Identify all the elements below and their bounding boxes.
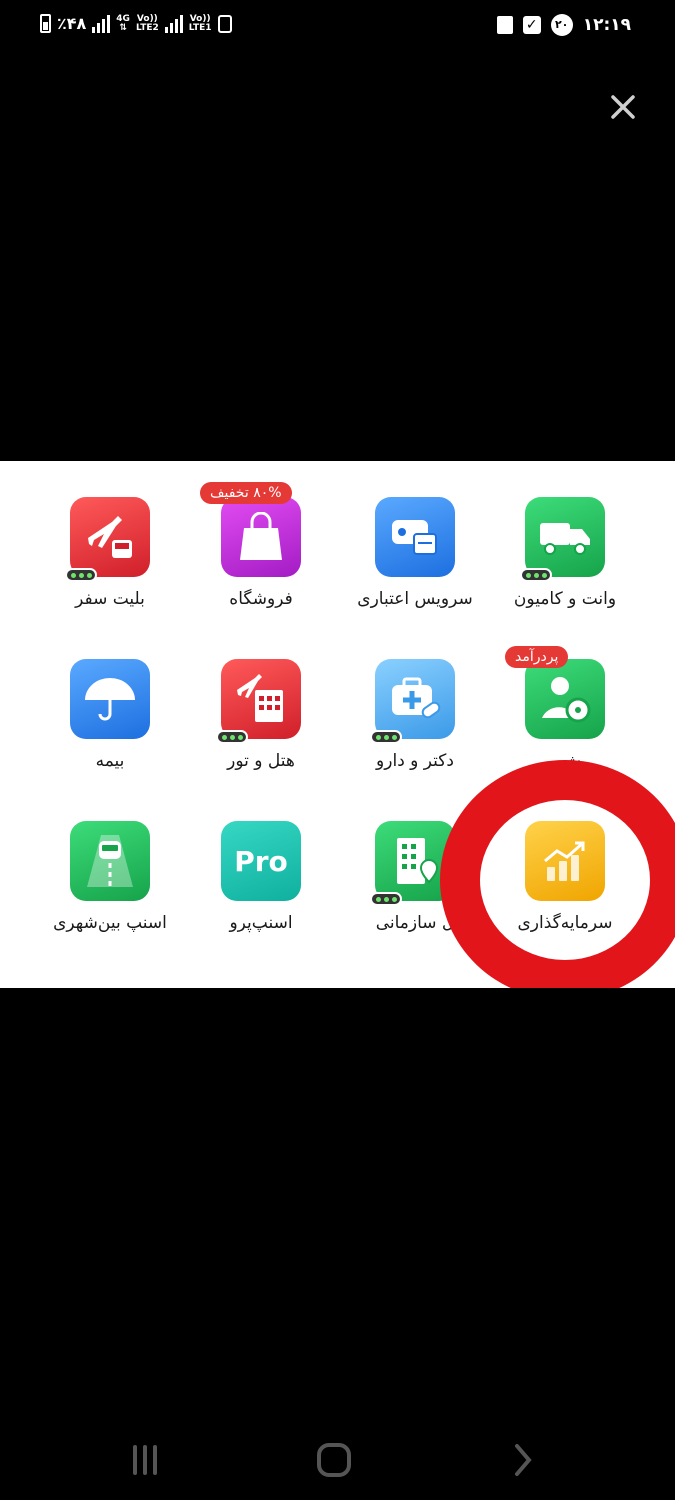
recents-icon xyxy=(133,1445,157,1475)
pro-icon-text: Pro xyxy=(234,844,288,878)
service-label: فروشگاه xyxy=(229,589,293,609)
medical-kit-icon xyxy=(375,659,455,739)
service-label: بلیت سفر xyxy=(75,589,145,609)
building-location-icon xyxy=(375,821,455,901)
service-label: وانت و کامیون xyxy=(513,589,617,609)
home-button[interactable] xyxy=(312,1438,356,1482)
status-left: ٪۴۸ 4G ⇅ Vo)) LTE2 Vo)) LTE1 xyxy=(40,14,232,33)
back-button[interactable] xyxy=(500,1438,544,1482)
service-truck[interactable]: وانت و کامیون xyxy=(490,461,640,611)
service-doctor[interactable]: دکتر و دارو xyxy=(340,623,490,773)
umbrella-icon xyxy=(70,659,150,739)
more-dots xyxy=(370,730,402,744)
service-label: دکتر و دارو xyxy=(376,751,454,771)
signal-icon xyxy=(164,14,183,33)
service-travel-ticket[interactable]: بلیت سفر xyxy=(35,461,185,611)
service-label: اسنپ بین‌شهری xyxy=(53,913,167,933)
road-car-icon xyxy=(70,821,150,901)
close-button[interactable] xyxy=(606,90,640,124)
chart-up-icon xyxy=(525,821,605,901)
services-panel: وانت و کامیون سرویس اعتباری فروشگاه ۸۰% … xyxy=(0,461,675,988)
service-intercity[interactable]: اسنپ بین‌شهری xyxy=(35,785,185,935)
discount-badge: ۸۰% تخفیف xyxy=(200,482,292,504)
service-label: سرمایه‌گذاری xyxy=(517,913,613,933)
wallet-icon xyxy=(375,497,455,577)
back-icon xyxy=(515,1444,532,1476)
network-sub-1: Vo)) LTE2 xyxy=(135,13,159,33)
service-label: سرویس اعتباری xyxy=(357,589,473,609)
recents-button[interactable] xyxy=(123,1438,167,1482)
service-insurance[interactable]: بیمه xyxy=(35,623,185,773)
status-right: ✓ ۲۰ ۱۲:۱۹ xyxy=(496,14,631,36)
service-label: هتل و تور xyxy=(227,751,295,771)
more-dots xyxy=(520,568,552,582)
clock: ۱۲:۱۹ xyxy=(582,15,631,35)
high-income-badge: پردرآمد xyxy=(505,646,569,668)
notification-count: ۲۰ xyxy=(550,14,573,36)
status-bar: ٪۴۸ 4G ⇅ Vo)) LTE2 Vo)) LTE1 ✓ ۲۰ ۱۲:۱۹ xyxy=(0,0,675,56)
network-sub-2: Vo)) LTE1 xyxy=(188,13,212,33)
check-icon: ✓ xyxy=(522,16,541,34)
service-snapp-pro[interactable]: Pro اسنپ‌پرو xyxy=(186,785,336,935)
lock-icon xyxy=(217,14,232,33)
sim-icon xyxy=(496,16,513,34)
battery-icon xyxy=(40,14,51,33)
battery-percent: ٪۴۸ xyxy=(57,14,87,33)
driver-icon xyxy=(525,659,605,739)
shopping-bag-icon xyxy=(221,497,301,577)
more-dots xyxy=(216,730,248,744)
service-hotel-tour[interactable]: هتل و تور xyxy=(186,623,336,773)
service-credit[interactable]: سرویس اعتباری xyxy=(340,461,490,611)
hotel-plane-icon xyxy=(221,659,301,739)
overlay-background xyxy=(0,988,675,1018)
signal-icon xyxy=(92,14,111,33)
service-organizational[interactable]: ل سازمانی xyxy=(340,785,490,935)
navigation-bar xyxy=(0,1420,675,1500)
service-label: ل سازمانی xyxy=(375,913,455,933)
more-dots xyxy=(370,892,402,906)
home-icon xyxy=(317,1443,351,1477)
close-icon xyxy=(611,95,635,119)
service-label: ث... xyxy=(548,751,582,771)
service-label: اسنپ‌پرو xyxy=(229,913,293,933)
more-dots xyxy=(65,568,97,582)
service-investment[interactable]: سرمایه‌گذاری xyxy=(490,785,640,935)
network-type-1: 4G ⇅ xyxy=(116,13,130,33)
plane-bus-icon xyxy=(70,497,150,577)
pro-icon: Pro xyxy=(221,821,301,901)
truck-icon xyxy=(525,497,605,577)
service-label: بیمه xyxy=(95,751,125,771)
